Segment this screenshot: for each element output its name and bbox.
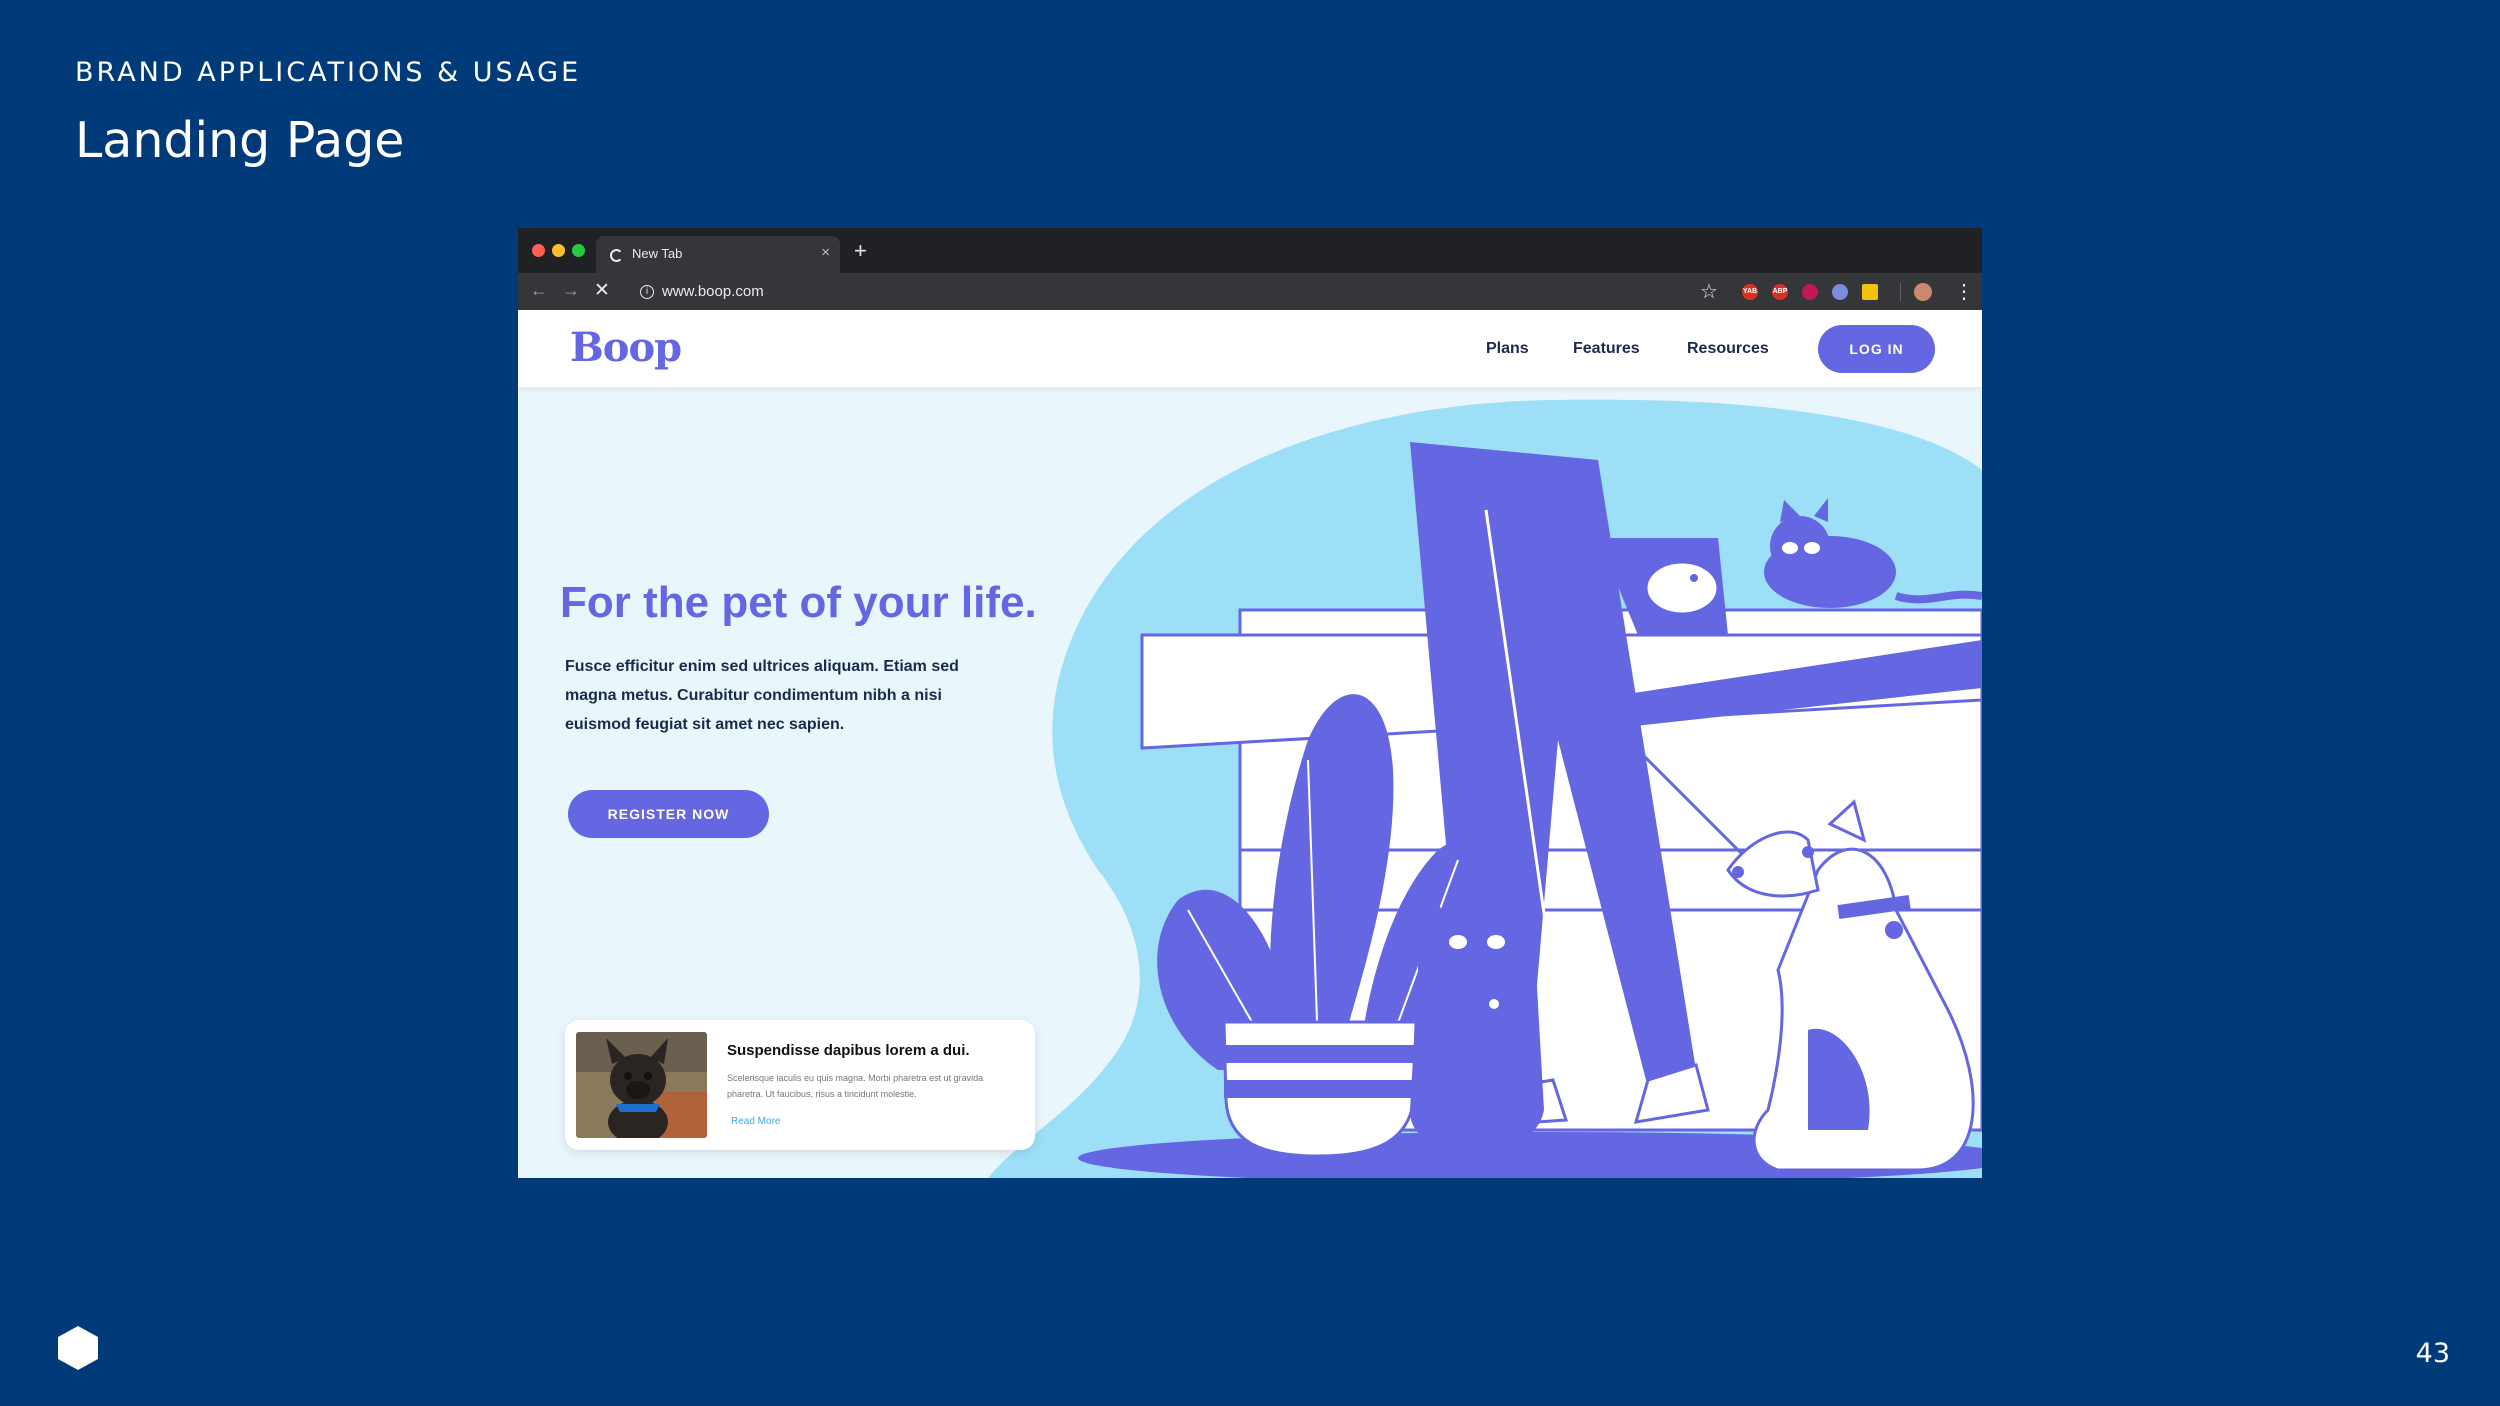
slide-title: Landing Page <box>75 112 405 169</box>
dog-photo <box>576 1032 707 1138</box>
nav-link-features[interactable]: Features <box>1573 340 1640 358</box>
toolbar-divider <box>1900 283 1901 301</box>
loading-spinner-icon <box>610 249 623 262</box>
browser-tab[interactable]: New Tab × <box>596 236 840 273</box>
register-now-button[interactable]: REGISTER NOW <box>568 790 769 838</box>
boop-logo[interactable]: Boop <box>570 324 682 371</box>
forward-arrow-icon[interactable]: → <box>562 280 580 301</box>
minimize-window-button[interactable] <box>552 244 565 257</box>
browser-window: New Tab × + ← → ✕ i www.boop.com ☆ YAB A… <box>518 228 1982 1178</box>
stop-loading-icon[interactable]: ✕ <box>594 279 610 302</box>
hero-headline: For the pet of your life. <box>560 578 1037 627</box>
article-card[interactable]: Suspendisse dapibus lorem a dui. Sceleri… <box>565 1020 1035 1150</box>
extension-icon[interactable] <box>1862 284 1878 300</box>
page-number: 43 <box>2415 1338 2450 1369</box>
site-info-icon[interactable]: i <box>640 285 654 299</box>
tab-close-icon[interactable]: × <box>821 244 830 261</box>
close-window-button[interactable] <box>532 244 545 257</box>
card-title: Suspendisse dapibus lorem a dui. <box>727 1042 970 1059</box>
website-viewport: Boop Plans Features Resources LOG IN For… <box>518 310 1982 1178</box>
address-bar[interactable]: www.boop.com <box>662 283 764 300</box>
nav-link-plans[interactable]: Plans <box>1486 340 1529 358</box>
adblock-extension-icon[interactable]: ABP <box>1772 284 1788 300</box>
brand-hexagon-icon <box>58 1326 98 1370</box>
slide-eyebrow: BRAND APPLICATIONS & USAGE <box>75 57 582 88</box>
nav-link-resources[interactable]: Resources <box>1687 340 1769 358</box>
sitting-cat <box>1410 915 1544 1150</box>
zoom-window-button[interactable] <box>572 244 585 257</box>
extension-icon[interactable]: YAB <box>1742 284 1758 300</box>
extension-icon[interactable] <box>1802 284 1818 300</box>
hero-body-text: Fusce efficitur enim sed ultrices aliqua… <box>565 658 959 733</box>
tab-title: New Tab <box>632 246 683 261</box>
login-button[interactable]: LOG IN <box>1818 325 1935 373</box>
tab-bar: New Tab × + <box>518 228 1982 273</box>
extension-icon[interactable] <box>1832 284 1848 300</box>
site-header: Boop Plans Features Resources LOG IN <box>518 310 1982 387</box>
bookmark-star-icon[interactable]: ☆ <box>1700 279 1718 304</box>
browser-toolbar: ← → ✕ i www.boop.com ☆ YAB ABP ⋮ <box>518 273 1982 310</box>
new-tab-button[interactable]: + <box>854 238 867 264</box>
card-body-text: Scelerisque iaculis eu quis magna. Morbi… <box>727 1073 984 1099</box>
read-more-link[interactable]: Read More <box>731 1116 780 1127</box>
browser-menu-icon[interactable]: ⋮ <box>1954 279 1974 304</box>
profile-avatar[interactable] <box>1914 283 1932 301</box>
box-puppy <box>1644 560 1720 616</box>
back-arrow-icon[interactable]: ← <box>530 280 548 301</box>
